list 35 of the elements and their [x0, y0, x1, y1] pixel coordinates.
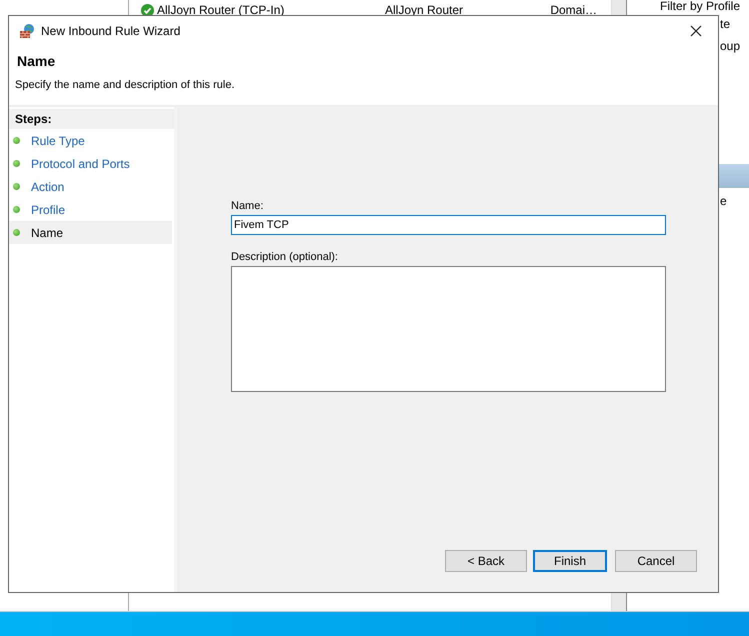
page-description: Specify the name and description of this rule. [15, 79, 236, 91]
step-item[interactable]: Action [9, 175, 174, 198]
step-item[interactable]: Name [9, 221, 172, 244]
step-item[interactable]: Rule Type [9, 129, 174, 152]
step-status-icon [13, 183, 20, 190]
partial-action-item[interactable]: e [720, 188, 727, 214]
step-status-icon [13, 206, 20, 213]
firewall-globe-icon [19, 22, 35, 38]
wizard-button[interactable]: < Back [445, 550, 527, 572]
description-label: Description (optional): [231, 251, 339, 263]
step-item[interactable]: Profile [9, 198, 174, 221]
partial-action-item[interactable]: te [720, 14, 730, 34]
close-icon [690, 24, 702, 36]
rule-name-cell-text: AllJoyn Router (TCP-In) [157, 3, 286, 17]
wizard-button[interactable]: Cancel [615, 550, 697, 572]
page-heading: Name [16, 52, 56, 69]
rule-group-cell-text: AllJoyn Router [384, 3, 464, 17]
step-label: Profile [31, 202, 66, 216]
step-label: Rule Type [31, 134, 85, 148]
description-input-field[interactable] [231, 266, 666, 392]
filter-action-item[interactable]: Filter by Profile [660, 0, 740, 14]
partial-action-item[interactable]: oup [720, 34, 740, 58]
step-label: Name [31, 226, 64, 240]
rule-profile-cell-text: Domai… [550, 3, 598, 17]
window-title: New Inbound Rule Wizard [41, 24, 180, 38]
wizard-button[interactable]: Finish [533, 550, 607, 572]
name-label: Name: [231, 200, 264, 212]
steps-heading: Steps: [9, 109, 174, 129]
step-label: Protocol and Ports [31, 156, 130, 170]
step-item[interactable]: Protocol and Ports [9, 152, 174, 175]
step-status-icon [13, 229, 20, 236]
name-input-field[interactable]: Fivem TCP [231, 215, 666, 235]
step-status-icon [13, 137, 20, 144]
step-status-icon [13, 160, 20, 167]
step-label: Action [31, 180, 64, 194]
